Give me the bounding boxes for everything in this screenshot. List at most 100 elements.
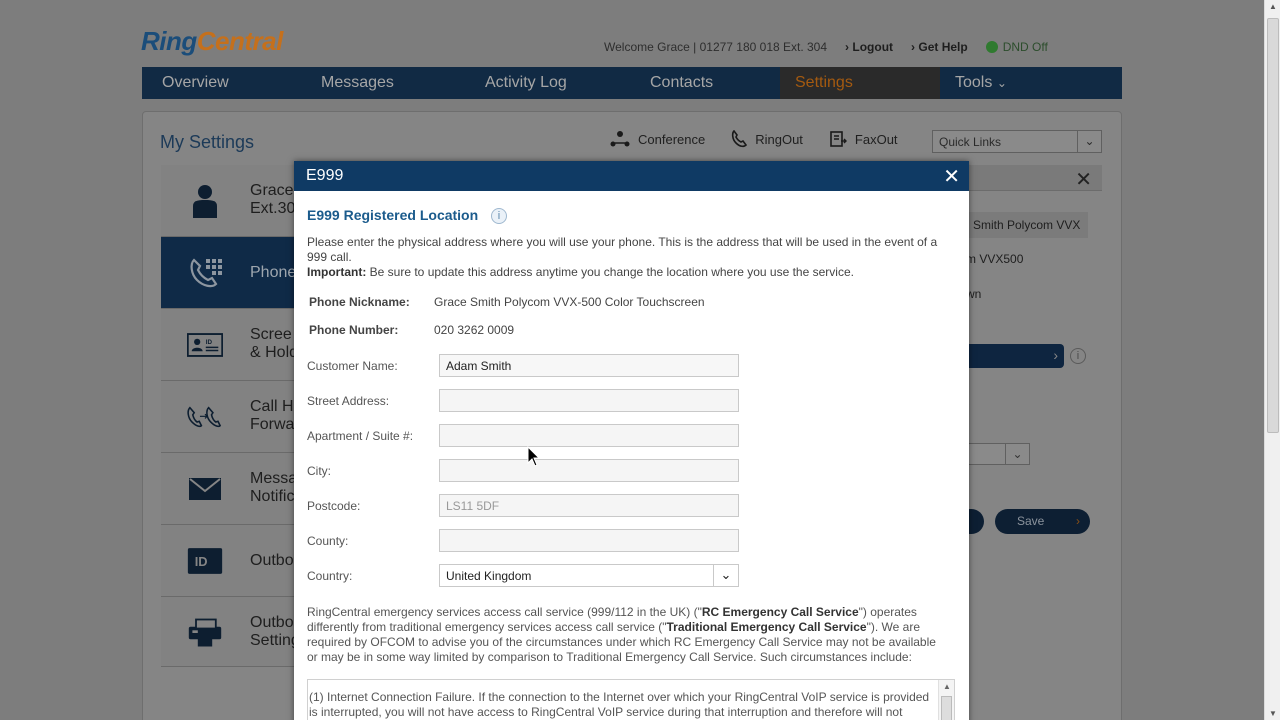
device-model: m VVX500 [966, 252, 1024, 266]
e999-address-button[interactable]: › [966, 344, 1064, 368]
county-field[interactable] [439, 529, 739, 552]
close-icon[interactable]: ✕ [943, 164, 960, 189]
save-label: Save [1017, 514, 1045, 528]
get-help-link[interactable]: › Get Help [911, 40, 968, 54]
dnd-label: DND Off [1002, 40, 1048, 54]
disclaimer-bold-1: RC Emergency Call Service [701, 605, 859, 619]
faxout-label: FaxOut [854, 131, 898, 147]
intro-text: Please enter the physical address where … [307, 235, 959, 280]
dnd-toggle[interactable]: DND Off [985, 40, 1048, 54]
phone-nickname-value: Grace Smith Polycom VVX-500 Color Touchs… [434, 295, 705, 309]
sidebar-item-call-handling[interactable]: Call H Forwa [161, 381, 296, 453]
envelope-icon [187, 471, 223, 507]
sidebar-item-phone[interactable]: Phone [161, 237, 296, 309]
apartment-label: Apartment / Suite #: [307, 429, 414, 443]
tab-tools-label: Tools [955, 74, 993, 91]
mouse-cursor-icon [527, 446, 541, 467]
fax-icon [830, 131, 847, 147]
chevron-right-icon: › [1053, 347, 1058, 363]
postcode-field[interactable]: LS11 5DF [439, 494, 739, 517]
disclaimer-part-1: RingCentral emergency services access ca… [307, 605, 702, 619]
scroll-thumb[interactable] [941, 696, 952, 720]
chevron-down-icon: ⌄ [1077, 131, 1101, 152]
info-icon[interactable]: i [491, 208, 507, 224]
modal-title: E999 [306, 167, 344, 184]
page-scrollbar[interactable]: ▲ ▼ [1264, 0, 1280, 720]
scroll-down-icon[interactable]: ▼ [1269, 709, 1277, 718]
ringout-button[interactable]: RingOut [731, 130, 803, 148]
save-button[interactable]: Save › [995, 509, 1090, 534]
tab-messages[interactable]: Messages [289, 67, 453, 99]
quick-links-select[interactable]: Quick Links ⌄ [932, 130, 1102, 153]
svg-text:ID: ID [206, 339, 213, 346]
conference-icon [610, 131, 630, 147]
call-forward-icon [187, 399, 223, 435]
important-text: Be sure to update this address anytime y… [366, 265, 854, 279]
section-heading: E999 Registered Location [307, 207, 479, 223]
info-icon[interactable]: i [1070, 348, 1086, 364]
sidebar-item-outbound-caller-id[interactable]: ID Outbo [161, 525, 296, 597]
street-address-label: Street Address: [307, 394, 390, 408]
faxout-button[interactable]: FaxOut [829, 130, 898, 148]
disclaimer-bold-2: Traditional Emergency Call Service [666, 620, 867, 634]
conference-button[interactable]: Conference [610, 130, 705, 148]
customer-name-label: Customer Name: [307, 359, 398, 373]
tab-settings[interactable]: Settings [780, 67, 940, 99]
sidebar-item-user[interactable]: Grace Ext.30 [161, 165, 296, 237]
chevron-down-icon: ⌄ [1005, 444, 1029, 464]
scroll-up-icon[interactable]: ▲ [1269, 2, 1277, 11]
country-value: United Kingdom [446, 569, 532, 583]
sidebar-item-label: Grace Ext.30 [250, 182, 296, 217]
sidebar-item-screening[interactable]: ID Scree & Hold [161, 309, 296, 381]
street-address-field[interactable] [439, 389, 739, 412]
quick-links-value: Quick Links [939, 135, 1002, 149]
ringcentral-logo[interactable]: RingCentral [141, 26, 283, 57]
main-nav: Overview Messages Activity Log Contacts … [142, 67, 1122, 99]
top-user-bar: Welcome Grace | 01277 180 018 Ext. 304 ›… [604, 40, 1048, 54]
status-dot-icon [985, 41, 998, 53]
page-title: My Settings [160, 132, 255, 152]
county-label: County: [307, 534, 349, 548]
sidebar-item-label: Call H Forwa [250, 398, 295, 433]
id-card-icon: ID [187, 327, 223, 363]
conference-label: Conference [638, 131, 706, 147]
sidebar-item-outbound-fax[interactable]: Outbo Setting [161, 597, 296, 667]
sidebar-item-messages[interactable]: Messa Notific [161, 453, 296, 525]
terms-scrollbar[interactable]: ▲ [938, 680, 954, 720]
logout-link[interactable]: › Logout [845, 40, 893, 54]
tab-contacts[interactable]: Contacts [615, 67, 780, 99]
country-select[interactable]: United Kingdom ⌄ [439, 564, 739, 587]
panel-select[interactable]: ⌄ [966, 443, 1030, 465]
id-badge-icon: ID [187, 543, 223, 579]
phone-icon [732, 130, 748, 148]
phone-nickname-label: Phone Nickname: [309, 295, 410, 309]
tab-overview[interactable]: Overview [142, 67, 289, 99]
customer-name-field[interactable]: Adam Smith [439, 354, 739, 377]
sidebar-item-label: Phone [250, 264, 296, 281]
sidebar-item-label: Scree & Hold [250, 326, 296, 361]
sidebar-item-label: Messa Notific [250, 470, 296, 505]
fax-machine-icon [187, 615, 223, 651]
quick-actions: Conference RingOut FaxOut [610, 130, 898, 148]
scroll-thumb[interactable] [1267, 18, 1279, 433]
settings-sidebar: Grace Ext.30 Phone ID Scree & Hold Call … [161, 165, 296, 667]
logout-label: Logout [852, 40, 894, 54]
device-name: Smith Polycom VVX [973, 218, 1081, 232]
chevron-down-icon: ⌄ [996, 76, 1007, 90]
city-field[interactable] [439, 459, 739, 482]
tab-tools[interactable]: Tools ⌄ [940, 67, 1060, 99]
phone-details-panel: ✕ [966, 165, 1102, 665]
apartment-field[interactable] [439, 424, 739, 447]
disclaimer-text: RingCentral emergency services access ca… [307, 605, 947, 665]
tab-activity-log[interactable]: Activity Log [453, 67, 615, 99]
close-icon[interactable]: ✕ [1075, 167, 1092, 192]
logo-part-central: Central [196, 26, 284, 56]
scroll-up-icon[interactable]: ▲ [943, 682, 951, 691]
phone-keypad-icon [187, 255, 223, 291]
chevron-right-icon: › [1076, 514, 1080, 528]
get-help-label: Get Help [918, 40, 968, 54]
terms-scroll-box[interactable]: (1) Internet Connection Failure. If the … [307, 679, 955, 720]
phone-number-label: Phone Number: [309, 323, 399, 337]
country-label: Country: [307, 569, 353, 583]
terms-text: (1) Internet Connection Failure. If the … [309, 690, 930, 719]
